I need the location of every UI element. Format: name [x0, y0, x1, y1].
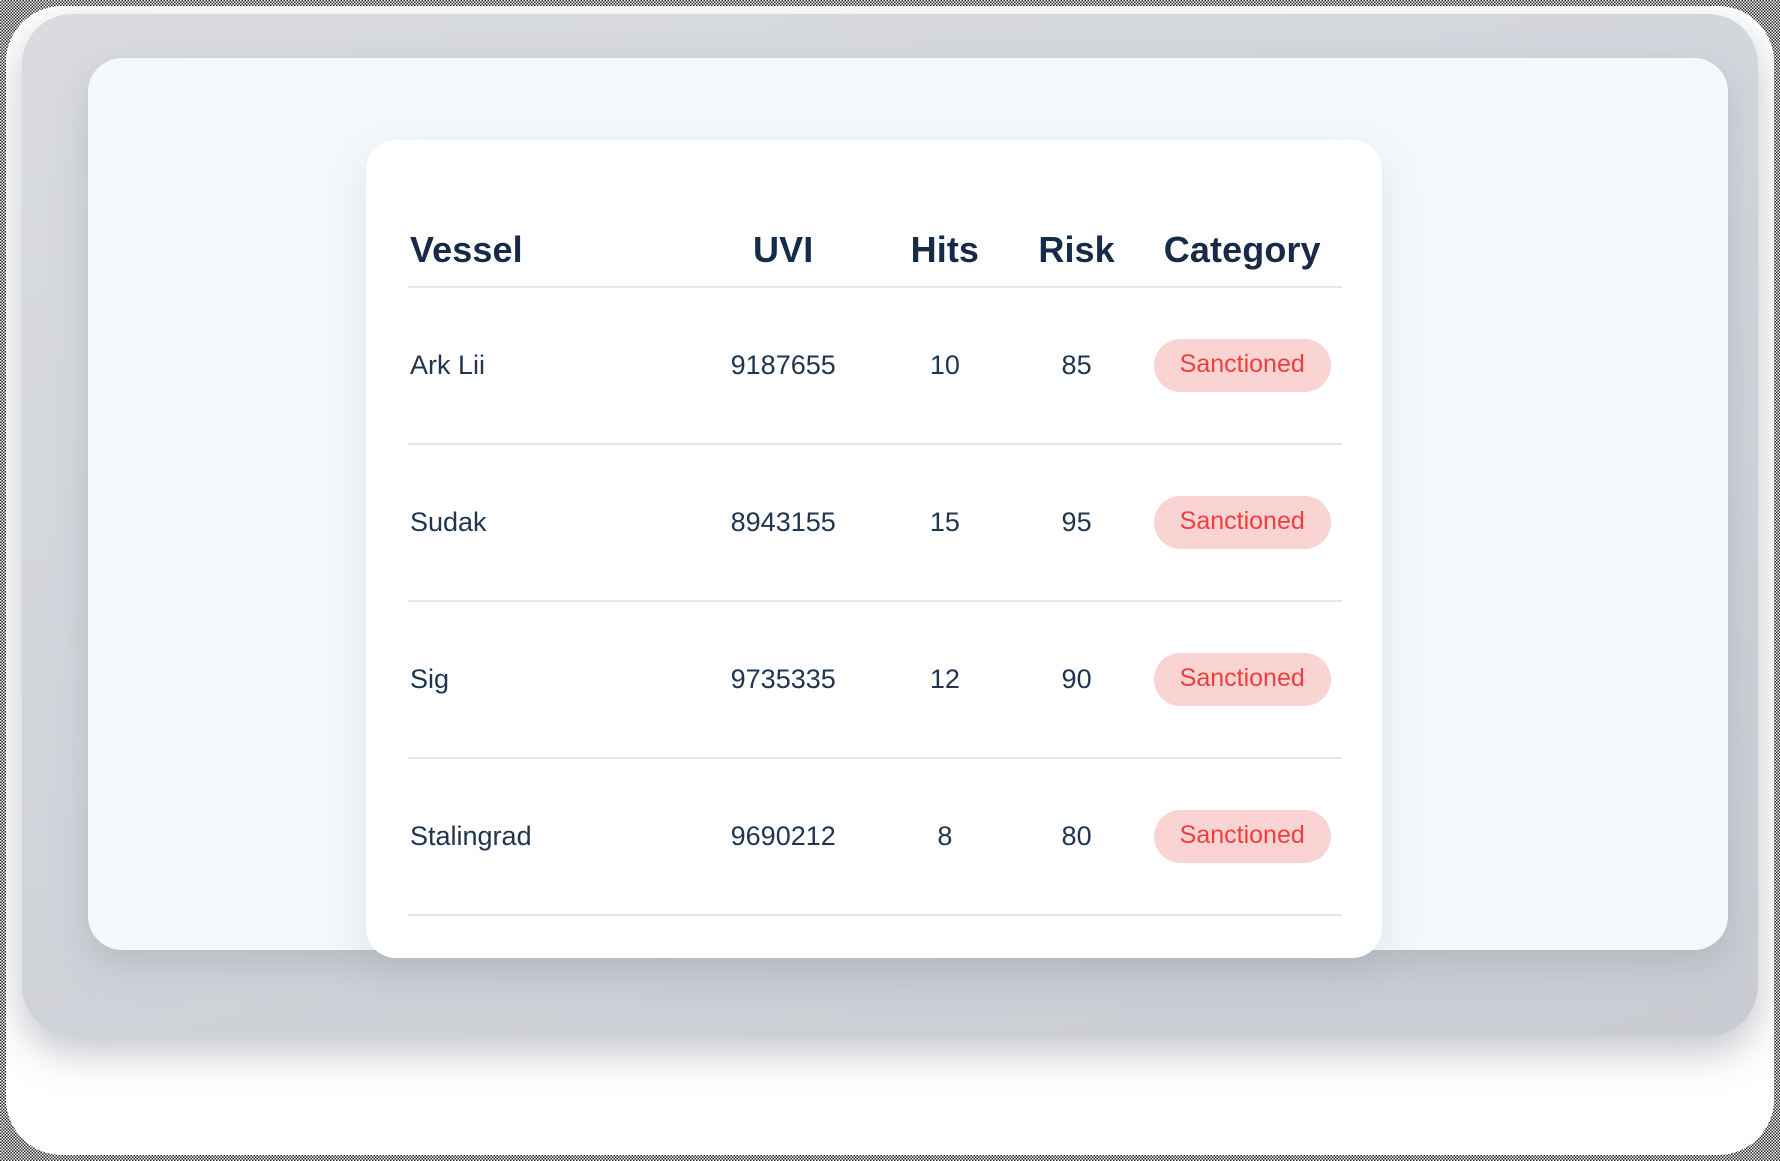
cell-risk: 85: [1061, 349, 1092, 380]
cell-uvi: 8943155: [730, 506, 836, 537]
column-header-risk[interactable]: Risk: [1011, 232, 1143, 268]
cell-hits: 15: [929, 506, 960, 537]
cell-hits: 10: [929, 349, 960, 380]
cell-uvi: 9690212: [730, 820, 836, 851]
status-badge: Sanctioned: [1153, 496, 1331, 549]
column-header-vessel[interactable]: Vessel: [408, 232, 687, 268]
table-header-row: Vessel UVI Hits Risk Category: [408, 140, 1342, 286]
cell-uvi: 9735335: [730, 663, 836, 694]
cell-category: Sanctioned: [1142, 653, 1342, 706]
cell-category: Sanctioned: [1142, 810, 1342, 863]
table-row[interactable]: Stalingrad 9690212 8 80 Sanctioned: [408, 759, 1342, 914]
table-row[interactable]: Sig 9735335 12 90 Sanctioned: [408, 602, 1342, 757]
cell-category: Sanctioned: [1142, 339, 1342, 392]
page-background-panel: Vessel UVI Hits Risk Category Ark Lii 91…: [88, 58, 1728, 958]
status-badge: Sanctioned: [1153, 339, 1331, 392]
column-header-uvi[interactable]: UVI: [687, 232, 879, 268]
cell-risk: 95: [1061, 506, 1092, 537]
status-badge: Sanctioned: [1153, 653, 1331, 706]
vessel-table: Vessel UVI Hits Risk Category Ark Lii 91…: [408, 140, 1342, 916]
cell-vessel: Stalingrad: [410, 820, 532, 851]
device-bezel: Vessel UVI Hits Risk Category Ark Lii 91…: [22, 14, 1758, 1036]
column-header-hits[interactable]: Hits: [879, 232, 1011, 268]
cell-vessel: Sig: [410, 663, 450, 694]
cell-category: Sanctioned: [1142, 496, 1342, 549]
cell-risk: 80: [1061, 820, 1092, 851]
cell-hits: 8: [937, 820, 953, 851]
column-header-category[interactable]: Category: [1142, 232, 1342, 268]
table-divider: [408, 914, 1342, 916]
table-row[interactable]: Ark Lii 9187655 10 85 Sanctioned: [408, 288, 1342, 443]
cell-vessel: Ark Lii: [410, 349, 486, 380]
cell-vessel: Sudak: [410, 506, 487, 537]
vessel-watchlist-card: Vessel UVI Hits Risk Category Ark Lii 91…: [366, 140, 1382, 958]
cell-hits: 12: [929, 663, 960, 694]
status-badge: Sanctioned: [1153, 810, 1331, 863]
cell-uvi: 9187655: [730, 349, 836, 380]
cell-risk: 90: [1061, 663, 1092, 694]
table-row[interactable]: Sudak 8943155 15 95 Sanctioned: [408, 445, 1342, 600]
